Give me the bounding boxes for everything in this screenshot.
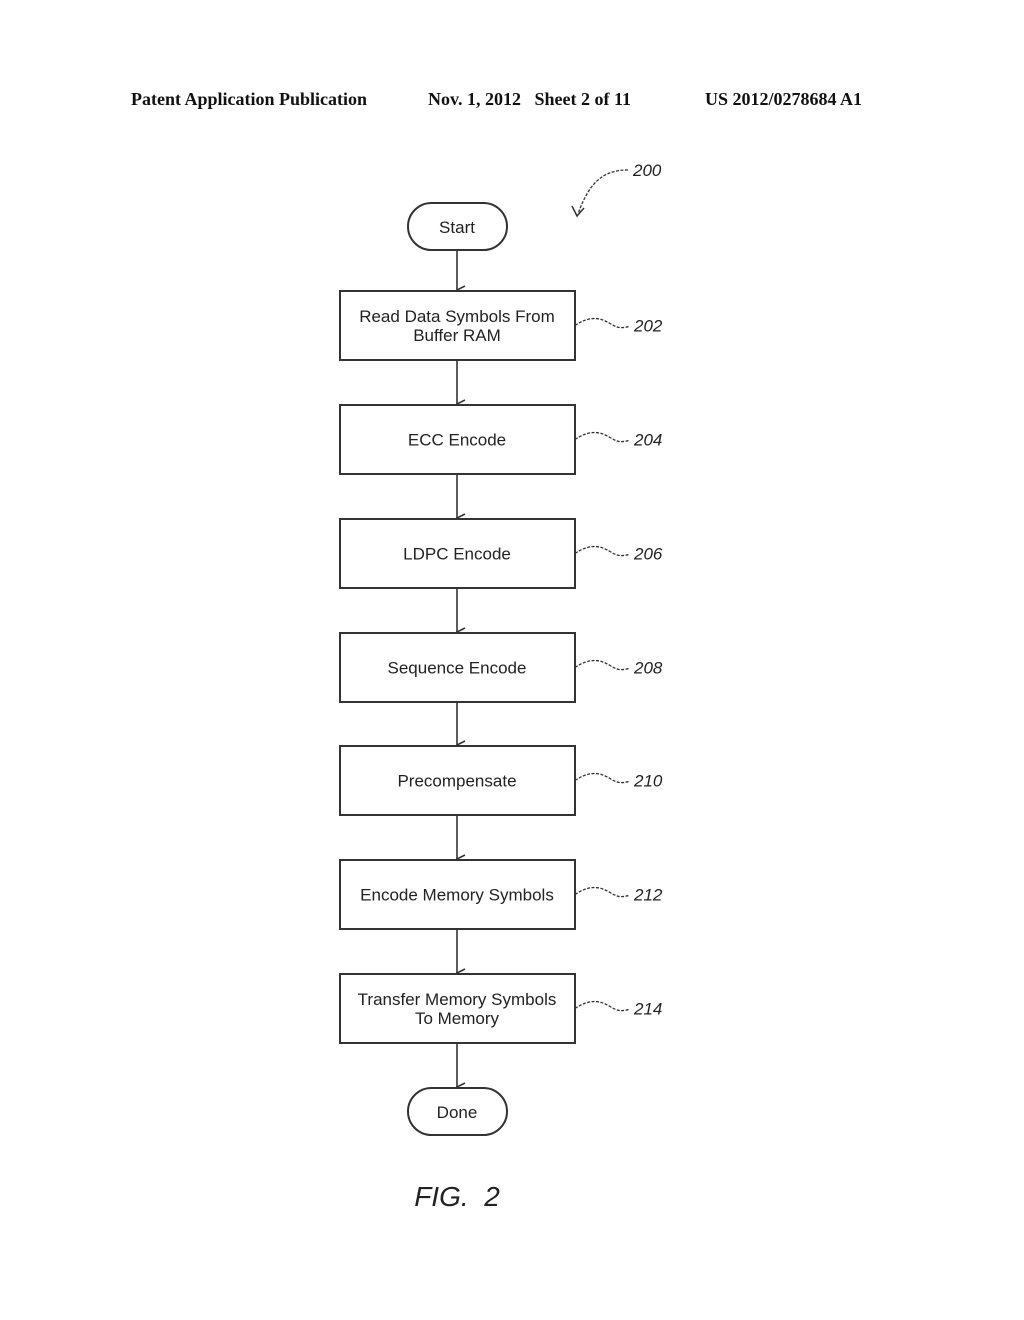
step-label-202: Read Data Symbols From (359, 307, 555, 326)
ref-leader-206 (574, 545, 631, 557)
ref-label-204: 204 (633, 431, 662, 450)
step-label-204: ECC Encode (408, 431, 506, 450)
ref-label-206: 206 (633, 545, 663, 564)
ref-label-208: 208 (633, 659, 663, 678)
ref-200-leader (577, 169, 629, 215)
flowchart: 200 Start Read Data Symbols FromBuffer R… (339, 161, 663, 1212)
ref-leader-204 (574, 431, 631, 443)
step-label-214: To Memory (415, 1009, 500, 1028)
ref-leader-202 (574, 317, 631, 329)
step-label-212: Encode Memory Symbols (360, 886, 554, 905)
step-label-210: Precompensate (397, 772, 516, 791)
step-label-214: Transfer Memory Symbols (358, 990, 557, 1009)
ref-leader-208 (574, 659, 631, 671)
ref-leader-212 (574, 886, 631, 898)
ref-200-label: 200 (632, 161, 662, 180)
step-label-202: Buffer RAM (413, 326, 501, 345)
ref-label-210: 210 (633, 772, 663, 791)
ref-label-212: 212 (633, 886, 663, 905)
ref-leader-214 (574, 1000, 631, 1012)
figure-label: FIG. 2 (414, 1181, 500, 1212)
ref-200-arrowhead (571, 205, 585, 218)
step-label-206: LDPC Encode (403, 545, 511, 564)
step-label-208: Sequence Encode (388, 659, 527, 678)
ref-label-202: 202 (633, 317, 663, 336)
ref-leader-210 (574, 772, 631, 784)
start-label: Start (439, 218, 475, 237)
ref-label-214: 214 (633, 1000, 662, 1019)
done-label: Done (437, 1103, 478, 1122)
